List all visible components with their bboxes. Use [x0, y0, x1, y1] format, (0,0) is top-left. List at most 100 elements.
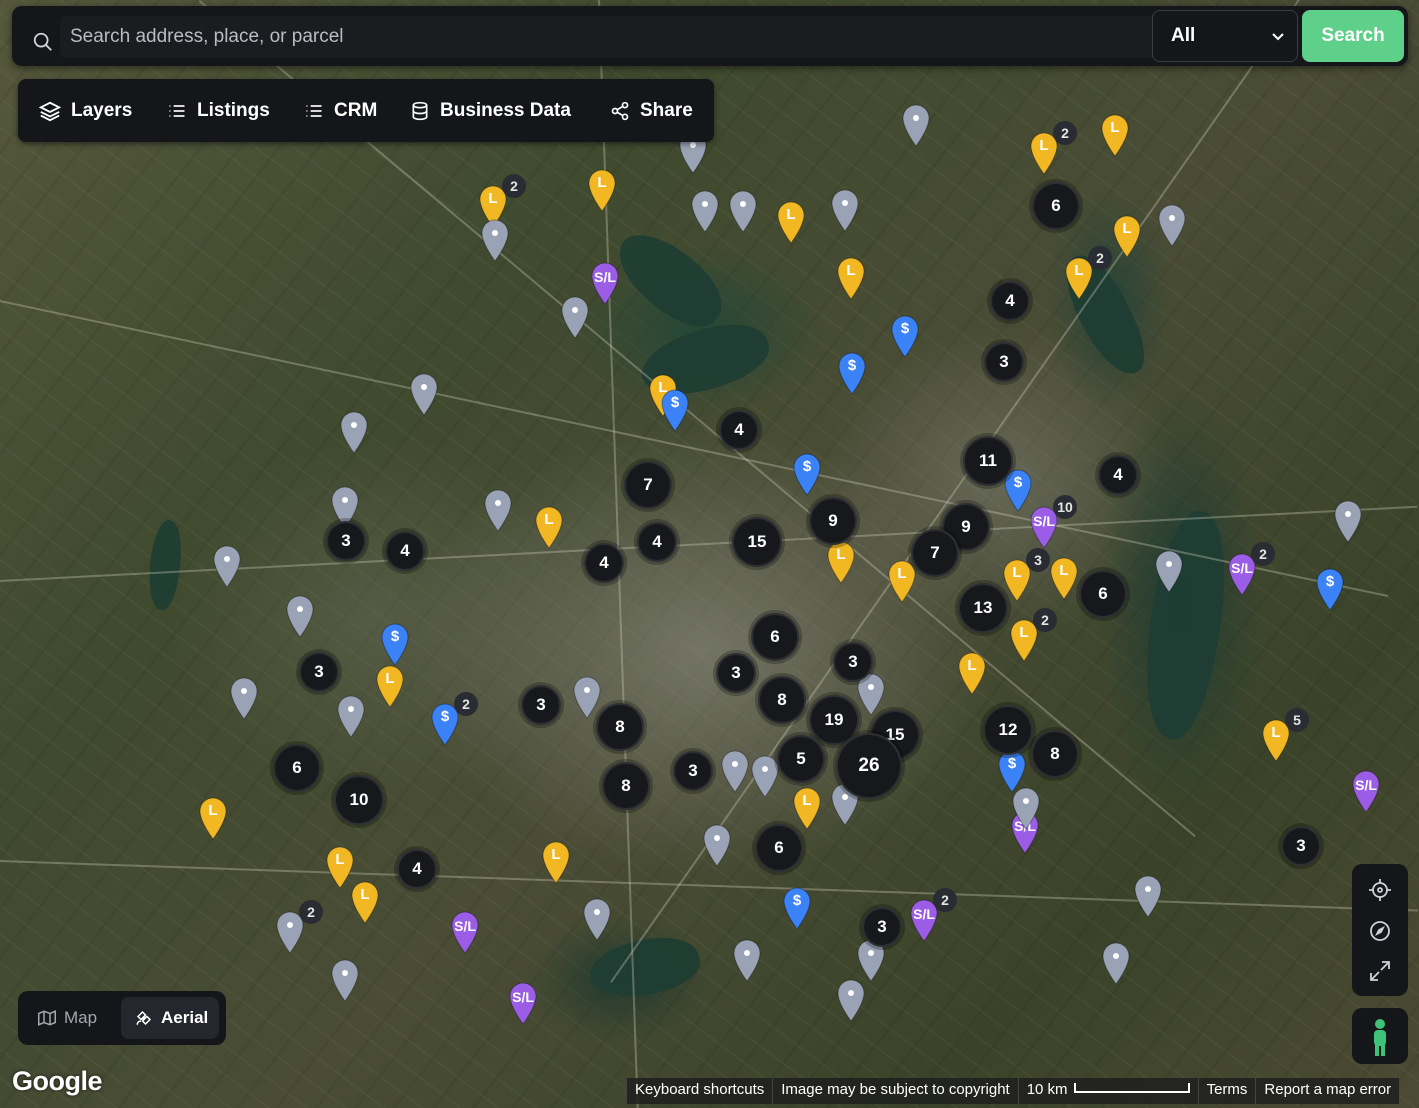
scale-indicator[interactable]: 10 km	[1017, 1078, 1198, 1104]
listings-button[interactable]: Listings	[167, 79, 270, 142]
lease-marker[interactable]: L	[1100, 113, 1130, 157]
property-marker[interactable]	[750, 754, 780, 798]
sale-lease-marker[interactable]: S/L	[450, 910, 480, 954]
cluster-marker[interactable]: 4	[1098, 455, 1138, 495]
property-marker[interactable]	[728, 189, 758, 233]
lease-marker[interactable]: L	[198, 796, 228, 840]
cluster-marker[interactable]: 11	[963, 436, 1013, 486]
property-marker[interactable]	[229, 676, 259, 720]
lease-marker[interactable]: L5	[1261, 708, 1309, 762]
lease-marker[interactable]: L2	[1009, 608, 1057, 662]
lease-marker[interactable]: L	[1112, 214, 1142, 258]
share-button[interactable]: Share	[610, 79, 693, 142]
property-marker[interactable]	[582, 897, 612, 941]
cluster-marker[interactable]: 5	[777, 735, 825, 783]
property-marker[interactable]	[409, 372, 439, 416]
map-type-aerial-button[interactable]: Aerial	[121, 997, 219, 1039]
cluster-marker[interactable]: 8	[758, 676, 806, 724]
lease-marker[interactable]: L3	[1002, 548, 1050, 602]
property-marker[interactable]	[901, 103, 931, 147]
sale-lease-marker[interactable]: S/L 2	[1227, 542, 1275, 596]
property-marker[interactable]	[1011, 786, 1041, 830]
cluster-marker[interactable]: 7	[624, 461, 672, 509]
cluster-marker[interactable]: 12	[983, 705, 1033, 755]
sale-marker[interactable]: $	[837, 351, 867, 395]
property-marker[interactable]	[830, 188, 860, 232]
cluster-marker[interactable]: 3	[1281, 826, 1321, 866]
sale-lease-marker[interactable]: S/L 2	[909, 888, 957, 942]
cluster-marker[interactable]: 10	[334, 775, 384, 825]
property-marker[interactable]	[339, 410, 369, 454]
property-marker[interactable]	[690, 189, 720, 233]
cluster-marker[interactable]: 3	[833, 642, 873, 682]
cluster-marker[interactable]: 6	[1079, 570, 1127, 618]
sale-marker[interactable]: $	[782, 886, 812, 930]
sale-lease-marker[interactable]: S/L 10	[1029, 495, 1077, 549]
cluster-marker[interactable]: 15	[732, 517, 782, 567]
lease-marker[interactable]: L	[836, 256, 866, 300]
property-marker[interactable]	[1157, 203, 1187, 247]
sale-marker[interactable]: $	[380, 622, 410, 666]
search-button[interactable]: Search	[1302, 10, 1404, 62]
lease-marker[interactable]: L	[826, 540, 856, 584]
property-marker[interactable]: 2	[275, 900, 323, 954]
lease-marker[interactable]: L2	[1064, 246, 1112, 300]
cluster-marker[interactable]: 8	[602, 762, 650, 810]
terms-link[interactable]: Terms	[1197, 1078, 1256, 1104]
sale-marker[interactable]: $	[890, 314, 920, 358]
cluster-marker[interactable]: 13	[958, 583, 1008, 633]
lease-marker[interactable]: L	[375, 664, 405, 708]
property-marker[interactable]	[336, 694, 366, 738]
cluster-marker[interactable]: 3	[673, 751, 713, 791]
sale-lease-marker[interactable]: S/L	[590, 261, 620, 305]
lease-marker[interactable]: L2	[1029, 121, 1077, 175]
cluster-marker[interactable]: 3	[521, 685, 561, 725]
locate-icon[interactable]	[1368, 878, 1392, 902]
cluster-marker[interactable]: 4	[990, 281, 1030, 321]
property-marker[interactable]	[836, 978, 866, 1022]
property-marker[interactable]	[1154, 549, 1184, 593]
property-marker[interactable]	[1333, 499, 1363, 543]
cluster-marker[interactable]: 4	[584, 543, 624, 583]
lease-marker[interactable]: L	[1049, 556, 1079, 600]
cluster-marker[interactable]: 6	[1032, 182, 1080, 230]
cluster-marker[interactable]: 4	[719, 410, 759, 450]
property-marker[interactable]	[330, 958, 360, 1002]
lease-marker[interactable]: L	[957, 651, 987, 695]
keyboard-shortcuts-link[interactable]: Keyboard shortcuts	[626, 1078, 773, 1104]
cluster-marker[interactable]: 4	[637, 522, 677, 562]
cluster-marker[interactable]: 9	[809, 497, 857, 545]
sale-marker[interactable]: $2	[430, 692, 478, 746]
property-marker[interactable]	[480, 218, 510, 262]
property-marker[interactable]	[285, 594, 315, 638]
cluster-marker[interactable]: 8	[596, 703, 644, 751]
property-marker[interactable]	[720, 749, 750, 793]
sale-marker[interactable]: $	[660, 388, 690, 432]
cluster-marker[interactable]: 4	[397, 849, 437, 889]
compass-icon[interactable]	[1368, 919, 1392, 943]
cluster-marker[interactable]: 7	[911, 529, 959, 577]
cluster-marker[interactable]: 6	[751, 613, 799, 661]
lease-marker[interactable]: L	[534, 505, 564, 549]
cluster-marker[interactable]: 3	[716, 653, 756, 693]
property-marker[interactable]	[483, 488, 513, 532]
lease-marker[interactable]: L	[587, 168, 617, 212]
sale-lease-marker[interactable]: S/L	[1351, 769, 1381, 813]
sale-marker[interactable]: $	[1315, 567, 1345, 611]
cluster-marker[interactable]: 6	[755, 824, 803, 872]
property-marker[interactable]	[560, 295, 590, 339]
property-marker[interactable]	[212, 544, 242, 588]
sale-marker[interactable]: $	[792, 452, 822, 496]
lease-marker[interactable]: L	[792, 786, 822, 830]
cluster-marker[interactable]: 3	[299, 652, 339, 692]
cluster-marker[interactable]: 6	[273, 744, 321, 792]
lease-marker[interactable]: L	[887, 559, 917, 603]
fullscreen-icon[interactable]	[1368, 959, 1392, 983]
property-marker[interactable]	[572, 675, 602, 719]
street-view-button[interactable]	[1352, 1008, 1408, 1064]
sale-lease-marker[interactable]: S/L	[508, 981, 538, 1025]
property-marker[interactable]	[1133, 874, 1163, 918]
lease-marker[interactable]: L	[776, 200, 806, 244]
property-marker[interactable]	[1101, 941, 1131, 985]
cluster-marker[interactable]: 3	[984, 342, 1024, 382]
